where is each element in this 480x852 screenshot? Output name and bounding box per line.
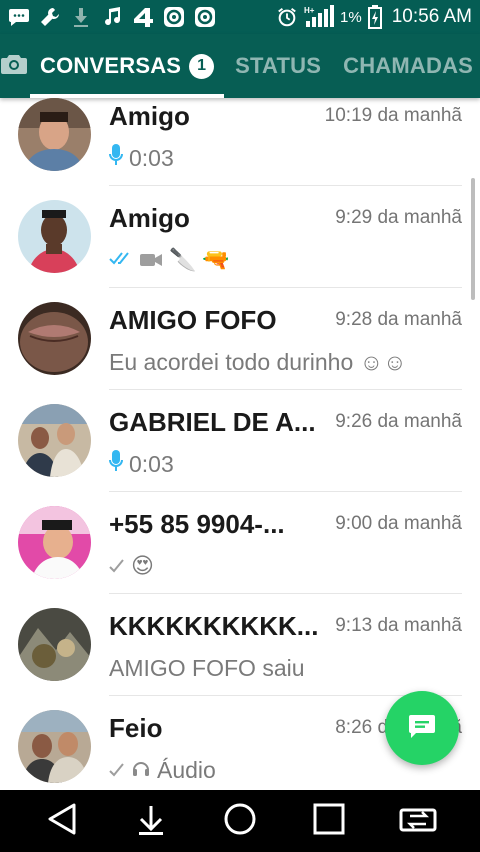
- chat-time: 9:26 da manhã: [335, 411, 462, 432]
- avatar[interactable]: [18, 506, 91, 579]
- recent-apps-button[interactable]: [304, 796, 354, 846]
- chat-row[interactable]: Amigo 9:29 da manhã 🔪 🔫: [0, 186, 480, 288]
- chat-content: GABRIEL DE A... 9:26 da manhã 0:03: [109, 390, 462, 492]
- video-icon: [139, 247, 163, 274]
- notifications-pull-button[interactable]: [126, 796, 176, 846]
- recent-square-icon: [312, 802, 346, 841]
- alarm-icon: [276, 6, 298, 28]
- voice-duration: 0:03: [129, 450, 174, 477]
- dual-window-button[interactable]: [393, 796, 443, 846]
- navigation-bar: [0, 790, 480, 852]
- battery-icon: [367, 5, 382, 29]
- water-gun-emoji: 🔫: [202, 247, 230, 273]
- avatar[interactable]: [18, 302, 91, 375]
- chat-bubble-icon: [8, 6, 30, 28]
- chat-name: GABRIEL DE A...: [109, 407, 316, 437]
- back-button[interactable]: [37, 796, 87, 846]
- chat-time: 9:29 da manhã: [335, 207, 462, 228]
- chat-content: +55 85 9904-... 9:00 da manhã 😍: [109, 492, 462, 594]
- signal-icon: H+: [304, 5, 335, 28]
- chat-content: KKKKKKKKKK... 9:13 da manhã AMIGO FOFO s…: [109, 594, 462, 696]
- home-button[interactable]: [215, 796, 265, 846]
- chat-name: +55 85 9904-...: [109, 509, 285, 539]
- unread-badge: 1: [189, 53, 215, 79]
- pull-down-arrow-icon: [135, 802, 167, 841]
- status-notifications: [8, 6, 216, 28]
- status-bar: H+ 1% 10:56 AM: [0, 0, 480, 34]
- chat-time: 9:00 da manhã: [335, 513, 462, 534]
- tab-chamadas-label: CHAMADAS: [343, 53, 474, 78]
- last-message: Áudio: [157, 756, 216, 783]
- chat-preview: 🔪 🔫: [109, 244, 462, 276]
- app-circle-icon: [194, 6, 216, 28]
- sent-check-icon: [109, 553, 125, 580]
- avatar[interactable]: [18, 710, 91, 783]
- chat-name: Feio: [109, 713, 163, 743]
- tab-status-label: STATUS: [235, 53, 322, 78]
- chat-row[interactable]: +55 85 9904-... 9:00 da manhã 😍: [0, 492, 480, 594]
- chat-content: AMIGO FOFO 9:28 da manhã Eu acordei todo…: [109, 288, 462, 390]
- app-circle-icon: [163, 6, 185, 28]
- tab-conversas[interactable]: CONVERSAS 1: [28, 34, 225, 98]
- last-message: Eu acordei todo durinho ☺☺: [109, 348, 407, 375]
- new-chat-button[interactable]: [385, 691, 459, 765]
- tab-conversas-label: CONVERSAS: [40, 53, 182, 78]
- chat-name: AMIGO FOFO: [109, 305, 277, 335]
- chat-row[interactable]: GABRIEL DE A... 9:26 da manhã 0:03: [0, 390, 480, 492]
- download-icon: [70, 6, 92, 28]
- sent-check-icon: [109, 757, 125, 784]
- tab-bar: CONVERSAS 1 STATUS CHAMADAS: [0, 34, 480, 98]
- chat-name: KKKKKKKKKK...: [109, 611, 319, 641]
- chat-time: 9:13 da manhã: [335, 615, 462, 636]
- chat-content: Amigo 10:19 da manhã 0:03: [109, 98, 462, 186]
- knife-emoji: 🔪: [169, 247, 197, 273]
- last-message: AMIGO FOFO saiu: [109, 654, 305, 681]
- chat-preview: 0:03: [109, 448, 462, 480]
- chat-preview: 0:03: [109, 142, 462, 174]
- switch-window-icon: [398, 802, 438, 841]
- battery-percent: 1%: [340, 8, 362, 26]
- home-circle-icon: [223, 802, 257, 841]
- camera-tab[interactable]: [0, 34, 28, 98]
- chat-preview: AMIGO FOFO saiu: [109, 652, 462, 684]
- music-note-icon: [101, 6, 123, 28]
- camera-icon: [0, 52, 28, 81]
- chat-time: 9:28 da manhã: [335, 309, 462, 330]
- scrollbar[interactable]: [471, 178, 475, 300]
- avatar[interactable]: [18, 404, 91, 477]
- chat-preview: 😍: [109, 550, 462, 582]
- chat-row[interactable]: KKKKKKKKKK... 9:13 da manhã AMIGO FOFO s…: [0, 594, 480, 696]
- message-icon: [407, 713, 437, 744]
- app-4-icon: [132, 6, 154, 28]
- headphones-icon: [131, 757, 151, 784]
- back-triangle-icon: [46, 802, 78, 841]
- chat-preview: Eu acordei todo durinho ☺☺: [109, 346, 462, 378]
- heart-eyes-emoji: 😍: [131, 553, 154, 579]
- wrench-icon: [39, 6, 61, 28]
- read-double-check-icon: [109, 249, 133, 272]
- microphone-icon: [109, 449, 123, 479]
- voice-duration: 0:03: [129, 144, 174, 171]
- chat-name: Amigo: [109, 101, 190, 131]
- microphone-icon: [109, 143, 123, 173]
- tab-chamadas[interactable]: CHAMADAS: [332, 34, 480, 98]
- tab-status[interactable]: STATUS: [224, 34, 332, 98]
- chat-list: Amigo 10:19 da manhã 0:03 Amigo 9:29 da …: [0, 98, 480, 790]
- chat-name: Amigo: [109, 203, 190, 233]
- clock: 10:56 AM: [391, 6, 472, 27]
- chat-row[interactable]: AMIGO FOFO 9:28 da manhã Eu acordei todo…: [0, 288, 480, 390]
- svg-text:H+: H+: [304, 6, 315, 15]
- chat-time: 10:19 da manhã: [324, 105, 462, 126]
- avatar[interactable]: [18, 608, 91, 681]
- avatar[interactable]: [18, 98, 91, 171]
- chat-content: Amigo 9:29 da manhã 🔪 🔫: [109, 186, 462, 288]
- status-system: H+ 1% 10:56 AM: [276, 5, 472, 29]
- avatar[interactable]: [18, 200, 91, 273]
- chat-row[interactable]: Amigo 10:19 da manhã 0:03: [0, 98, 480, 186]
